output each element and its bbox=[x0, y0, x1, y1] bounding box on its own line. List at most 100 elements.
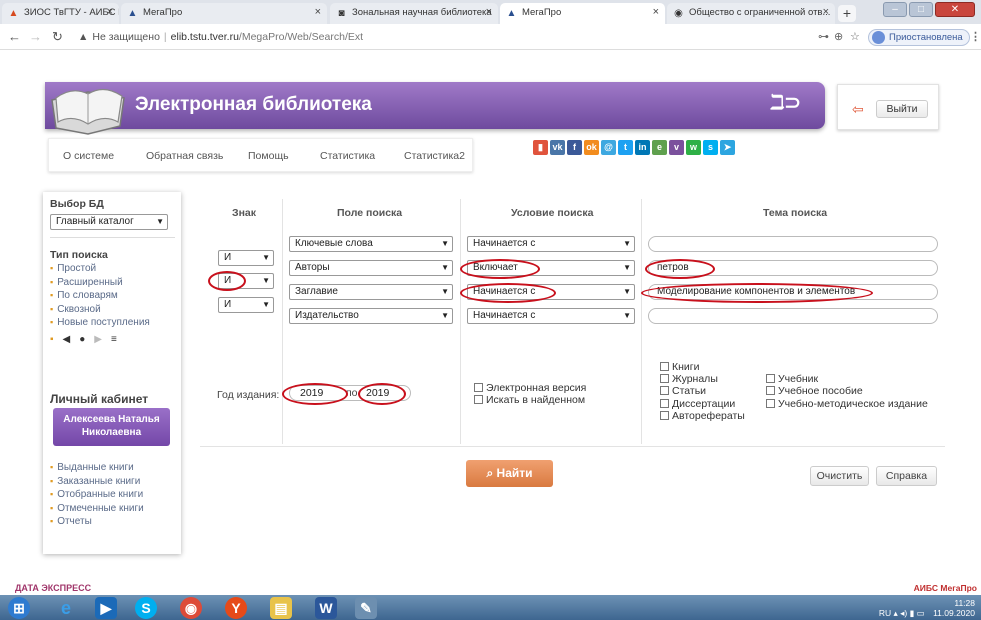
exit-button[interactable]: Выйти bbox=[876, 100, 928, 118]
menu-dots-icon[interactable]: ⋮ bbox=[970, 30, 981, 43]
paint-icon[interactable]: ✎ bbox=[355, 597, 377, 619]
url-field[interactable]: ▲ Не защищено | elib.tstu.tver.ru/MegaPro/W… bbox=[78, 27, 868, 47]
cabinet-link-selected[interactable]: Отобранные книги bbox=[50, 488, 144, 502]
user-name-button[interactable]: Алексеева Наталья Николаевна bbox=[53, 408, 170, 446]
share-bookmark-icon[interactable]: ▮ bbox=[533, 140, 548, 155]
doc-type-methodical-checkbox[interactable]: Учебно-методическое издание bbox=[766, 398, 928, 410]
condition-select[interactable]: Начинается с ▼ bbox=[467, 236, 635, 252]
checkbox-icon bbox=[474, 383, 483, 392]
search-type-simple[interactable]: Простой bbox=[50, 262, 150, 276]
close-icon[interactable]: × bbox=[315, 6, 321, 18]
share-evernote-icon[interactable]: e bbox=[652, 140, 667, 155]
field-select[interactable]: Издательство ▼ bbox=[289, 308, 453, 324]
topic-input[interactable] bbox=[648, 236, 938, 252]
doc-type-journals-checkbox[interactable]: Журналы bbox=[660, 373, 718, 385]
doc-type-articles-checkbox[interactable]: Статьи bbox=[660, 385, 706, 397]
site-header: Электронная библиотека ℶ⊃ bbox=[45, 82, 825, 129]
close-icon[interactable]: × bbox=[486, 6, 492, 18]
db-select[interactable]: Главный каталог ▼ bbox=[50, 214, 168, 230]
yandex-icon[interactable]: Y bbox=[225, 597, 247, 619]
cabinet-link-marked[interactable]: Отмеченные книги bbox=[50, 502, 144, 516]
start-button[interactable]: ⊞ bbox=[8, 597, 30, 619]
share-viber-icon[interactable]: v bbox=[669, 140, 684, 155]
column-field-heading: Поле поиска bbox=[337, 207, 403, 219]
language-indicator[interactable]: RU bbox=[879, 608, 891, 618]
share-vk-icon[interactable]: vk bbox=[550, 140, 565, 155]
pager-dot-icon[interactable]: ▪ bbox=[50, 334, 63, 345]
browser-tab[interactable]: ▲ЗИОС ТвГТУ - АИБС МегаПро× bbox=[2, 3, 119, 24]
doc-type-textbook-checkbox[interactable]: Учебник bbox=[766, 373, 818, 385]
menu-item-statistics[interactable]: Статистика bbox=[320, 150, 375, 162]
cabinet-link-ordered[interactable]: Заказанные книги bbox=[50, 475, 144, 489]
share-odnoklassniki-icon[interactable]: ok bbox=[584, 140, 599, 155]
doc-type-tutorial-checkbox[interactable]: Учебное пособие bbox=[766, 385, 863, 397]
new-tab-button[interactable]: + bbox=[838, 5, 856, 22]
find-button[interactable]: ⌕ Найти bbox=[466, 460, 553, 487]
tray-icons[interactable]: ▴ ◂) ▮ ▭ bbox=[894, 608, 925, 618]
pager-current-icon[interactable]: ● bbox=[79, 334, 94, 345]
browser-tab[interactable]: ◙ Зональная научная библиотека × bbox=[330, 3, 498, 24]
topic-input[interactable] bbox=[648, 308, 938, 324]
doc-type-dissertations-checkbox[interactable]: Диссертации bbox=[660, 398, 735, 410]
divider bbox=[200, 446, 945, 447]
skype-icon[interactable]: S bbox=[135, 597, 157, 619]
menu-item-statistics2[interactable]: Статистика2 bbox=[404, 150, 465, 162]
condition-select[interactable]: Начинается с ▼ bbox=[467, 308, 635, 324]
column-condition-heading: Условие поиска bbox=[511, 207, 594, 219]
zoom-icon[interactable]: ⊕ bbox=[834, 30, 843, 43]
share-mailru-icon[interactable]: @ bbox=[601, 140, 616, 155]
sign-select[interactable]: И ▼ bbox=[218, 297, 274, 313]
ie-icon[interactable]: e bbox=[55, 597, 77, 619]
profile-button[interactable]: Приостановлена bbox=[868, 29, 970, 46]
cabinet-link-reports[interactable]: Отчеты bbox=[50, 515, 144, 529]
clear-button[interactable]: Очистить bbox=[810, 466, 869, 486]
pager-next-icon[interactable]: ▶ bbox=[94, 334, 111, 345]
sign-select[interactable]: И ▼ bbox=[218, 250, 274, 266]
field-select[interactable]: Авторы ▼ bbox=[289, 260, 453, 276]
search-in-found-checkbox[interactable]: Искать в найденном bbox=[474, 394, 585, 406]
menu-item-feedback[interactable]: Обратная связь bbox=[146, 150, 223, 162]
annotation-ellipse bbox=[358, 383, 406, 405]
browser-tab[interactable]: ◉ Общество с ограниченной отв... × bbox=[667, 3, 835, 24]
cabinet-link-issued[interactable]: Выданные книги bbox=[50, 461, 144, 475]
folder-icon[interactable]: ▤ bbox=[270, 597, 292, 619]
back-icon[interactable]: ← bbox=[8, 29, 21, 44]
reload-icon[interactable]: ↻ bbox=[52, 29, 63, 45]
star-icon[interactable]: ☆ bbox=[850, 30, 860, 43]
electronic-version-checkbox[interactable]: Электронная версия bbox=[474, 382, 586, 394]
share-telegram-icon[interactable]: ➤ bbox=[720, 140, 735, 155]
maximize-button[interactable]: □ bbox=[909, 2, 933, 17]
search-type-extended[interactable]: Расширенный bbox=[50, 276, 150, 290]
key-icon[interactable]: ⊶ bbox=[818, 30, 829, 43]
doc-type-books-checkbox[interactable]: Книги bbox=[660, 361, 699, 373]
minimize-button[interactable]: – bbox=[883, 2, 907, 17]
close-icon[interactable]: × bbox=[653, 6, 659, 18]
top-menu: О системе Обратная связь Помощь Статисти… bbox=[48, 138, 473, 172]
chrome-icon[interactable]: ◉ bbox=[180, 597, 202, 619]
share-whatsapp-icon[interactable]: w bbox=[686, 140, 701, 155]
doc-type-abstracts-checkbox[interactable]: Авторефераты bbox=[660, 410, 745, 422]
clock[interactable]: 11:28 11.09.2020 bbox=[933, 598, 975, 618]
browser-tab[interactable]: ▲ МегаПро × bbox=[121, 3, 327, 24]
word-icon[interactable]: W bbox=[315, 597, 337, 619]
field-select[interactable]: Ключевые слова ▼ bbox=[289, 236, 453, 252]
search-type-crosscut[interactable]: Сквозной bbox=[50, 303, 150, 317]
pager-prev-icon[interactable]: ◀ bbox=[63, 334, 80, 345]
menu-item-help[interactable]: Помощь bbox=[248, 150, 289, 162]
menu-item-about[interactable]: О системе bbox=[63, 150, 114, 162]
close-window-button[interactable]: ✕ bbox=[935, 2, 975, 17]
close-icon[interactable]: × bbox=[823, 6, 829, 18]
close-icon[interactable]: × bbox=[107, 6, 113, 18]
share-skype-icon[interactable]: s bbox=[703, 140, 718, 155]
browser-tab-active[interactable]: ▲ МегаПро × bbox=[500, 3, 665, 24]
search-type-new[interactable]: Новые поступления bbox=[50, 316, 150, 330]
pager-list-icon[interactable]: ≡ bbox=[111, 334, 126, 345]
forward-icon[interactable]: → bbox=[29, 29, 42, 44]
search-type-dictionaries[interactable]: По словарям bbox=[50, 289, 150, 303]
share-facebook-icon[interactable]: f bbox=[567, 140, 582, 155]
field-select[interactable]: Заглавие ▼ bbox=[289, 284, 453, 300]
share-linkedin-icon[interactable]: in bbox=[635, 140, 650, 155]
help-button[interactable]: Справка bbox=[876, 466, 937, 486]
media-icon[interactable]: ▶ bbox=[95, 597, 117, 619]
share-twitter-icon[interactable]: t bbox=[618, 140, 633, 155]
